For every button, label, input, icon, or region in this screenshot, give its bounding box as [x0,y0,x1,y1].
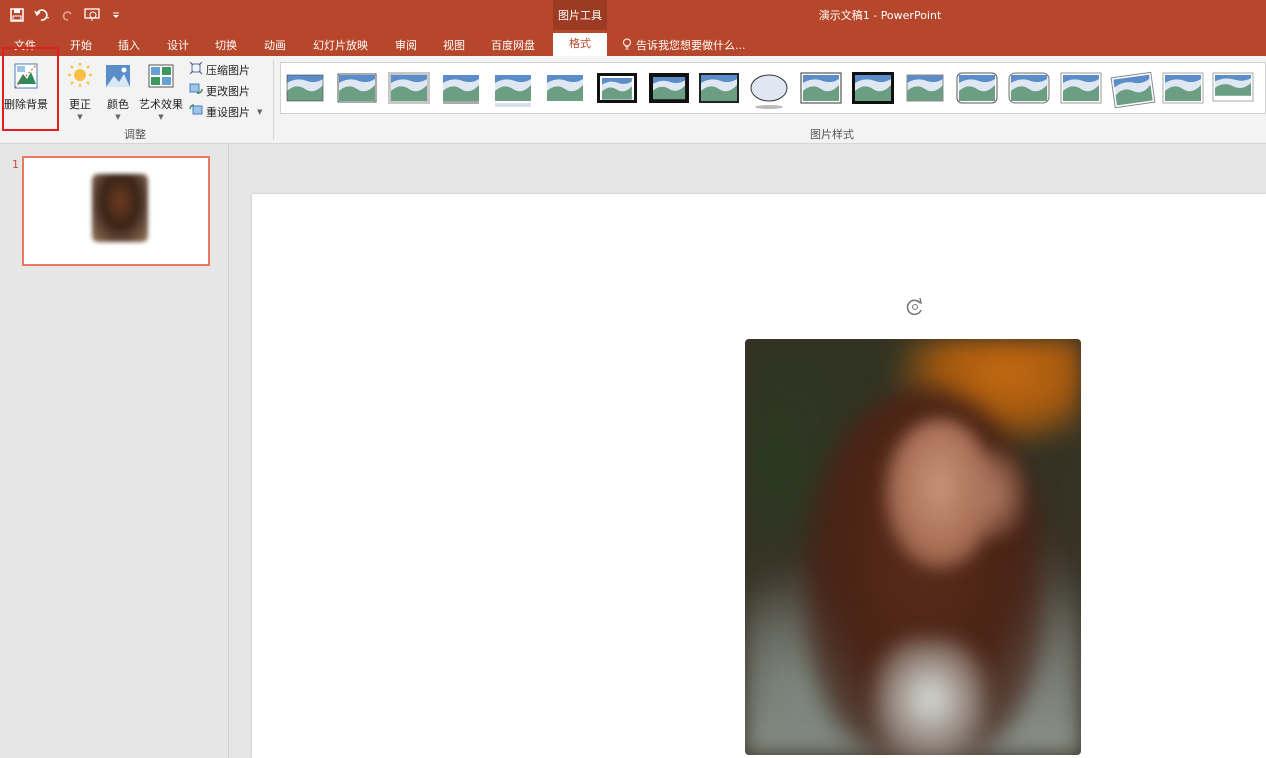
thumbnail-photo [92,174,148,242]
tab-review[interactable]: 审阅 [395,37,417,53]
title-bar: 图片工具 演示文稿1 - PowerPoint 文件 开始 插入 设计 切换 动… [0,0,1266,56]
chevron-down-icon: ▼ [257,107,263,116]
tab-format[interactable]: 格式 [553,33,607,56]
chevron-down-icon: ▼ [158,113,164,121]
sun-icon [66,62,94,93]
tell-me-text: 告诉我您想要做什么... [636,39,746,52]
slide-canvas[interactable] [252,194,1266,758]
group-separator [273,60,274,140]
slide-thumbnail-pane: 1 [0,144,229,758]
artistic-effects-icon [147,62,175,93]
customize-qat-icon[interactable] [112,11,120,19]
corrections-button[interactable]: 更正 ▼ [66,62,94,121]
compress-icon [189,61,203,78]
picture-styles-thumbnails[interactable] [281,63,1266,115]
tab-slideshow[interactable]: 幻灯片放映 [313,37,368,53]
artistic-effects-label: 艺术效果 [139,98,183,111]
change-picture-icon [189,82,203,99]
change-picture-label: 更改图片 [206,84,250,98]
tab-design[interactable]: 设计 [167,37,189,53]
reset-picture-button[interactable]: 重设图片 ▼ [189,103,262,120]
photo-shirt [875,639,985,755]
picture-styles-group-label: 图片样式 [810,128,854,141]
quick-access-toolbar [10,4,120,26]
color-picture-icon [104,62,132,93]
highlight-box [2,47,59,131]
change-picture-button[interactable]: 更改图片 [189,82,250,99]
rotate-handle-icon[interactable] [904,296,926,318]
color-button[interactable]: 颜色 ▼ [104,62,132,121]
artistic-effects-button[interactable]: 艺术效果 ▼ [139,62,183,121]
compress-label: 压缩图片 [206,63,250,77]
reset-picture-label: 重设图片 [206,105,250,119]
photo-hand [965,449,1025,539]
chevron-down-icon: ▼ [115,113,121,121]
slide-editor [229,144,1266,758]
tell-me-box[interactable]: 告诉我您想要做什么... [622,37,746,53]
tab-transitions[interactable]: 切换 [215,37,237,53]
ribbon: 删除背景 更正 ▼ 颜色 ▼ 艺术效果 ▼ 压缩图片 更改图片 重设图片 ▼ 调… [0,47,1266,144]
slide-number: 1 [12,158,19,171]
save-icon[interactable] [10,8,24,22]
redo-icon[interactable] [62,8,74,22]
reset-picture-icon [189,103,203,120]
document-title: 演示文稿1 - PowerPoint [818,9,942,22]
tab-home[interactable]: 开始 [70,37,92,53]
picture-tools-context-label: 图片工具 [553,0,607,30]
corrections-label: 更正 [69,98,91,111]
tab-insert[interactable]: 插入 [118,37,140,53]
adjust-group-label: 调整 [124,128,146,141]
lightbulb-icon [622,38,632,53]
tab-animations[interactable]: 动画 [264,37,286,53]
tab-view[interactable]: 视图 [443,37,465,53]
start-from-beginning-icon[interactable] [84,8,102,22]
color-label: 颜色 [107,98,129,111]
selected-picture[interactable] [745,339,1081,755]
compress-pictures-button[interactable]: 压缩图片 [189,61,250,78]
undo-icon[interactable] [34,8,52,22]
tab-baidu-netdisk[interactable]: 百度网盘 [491,37,535,53]
picture-styles-gallery [280,62,1266,114]
slide-thumbnail[interactable] [22,156,210,266]
chevron-down-icon: ▼ [77,113,83,121]
